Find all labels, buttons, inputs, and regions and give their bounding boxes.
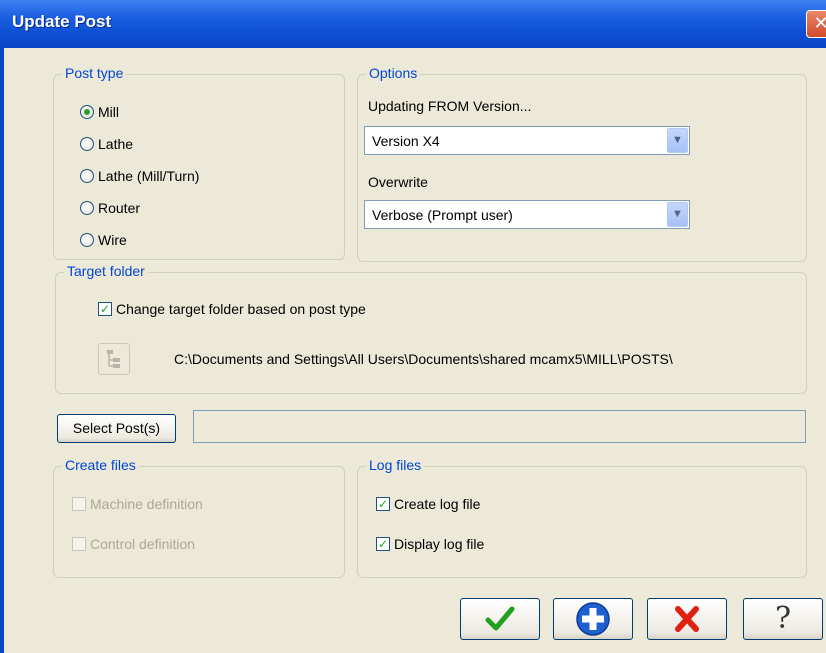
close-icon: ✕ bbox=[813, 13, 826, 33]
radio-lathe-mill-turn[interactable]: Lathe (Mill/Turn) bbox=[80, 168, 199, 184]
display-log-file-label: Display log file bbox=[394, 536, 485, 552]
updating-from-select[interactable]: Version X4 ▼ bbox=[364, 126, 690, 155]
log-files-legend: Log files bbox=[366, 457, 425, 473]
target-folder-path: C:\Documents and Settings\All Users\Docu… bbox=[174, 351, 673, 367]
options-legend: Options bbox=[366, 65, 421, 81]
x-icon bbox=[675, 606, 699, 632]
select-posts-button[interactable]: Select Post(s) bbox=[57, 414, 176, 443]
close-button[interactable]: ✕ bbox=[806, 10, 826, 38]
cancel-button[interactable] bbox=[647, 598, 727, 640]
chevron-down-icon[interactable]: ▼ bbox=[667, 202, 688, 227]
radio-label: Lathe (Mill/Turn) bbox=[98, 168, 200, 184]
radio-label: Router bbox=[98, 200, 141, 216]
add-button[interactable] bbox=[553, 598, 633, 640]
target-folder-legend: Target folder bbox=[64, 263, 148, 279]
machine-definition-label: Machine definition bbox=[90, 496, 203, 512]
window-title: Update Post bbox=[12, 12, 112, 31]
checkbox[interactable]: ✓ bbox=[376, 497, 390, 511]
help-icon: ? bbox=[774, 601, 792, 636]
selected-posts-field[interactable] bbox=[193, 410, 806, 443]
radio-mill[interactable]: Mill bbox=[80, 104, 119, 120]
radio-router[interactable]: Router bbox=[80, 200, 140, 216]
folder-tree-icon-graphic bbox=[107, 350, 120, 368]
check-icon bbox=[485, 606, 515, 631]
overwrite-value: Verbose (Prompt user) bbox=[372, 207, 513, 223]
select-posts-label: Select Post(s) bbox=[72, 420, 161, 436]
control-definition-label: Control definition bbox=[90, 536, 196, 552]
radio-button[interactable] bbox=[80, 137, 94, 151]
folder-tree-icon[interactable] bbox=[98, 343, 130, 375]
change-target-folder-label: Change target folder based on post type bbox=[116, 301, 366, 317]
checkbox[interactable]: ✓ bbox=[98, 302, 112, 316]
radio-button[interactable] bbox=[80, 105, 94, 119]
create-files-group: Create files bbox=[53, 457, 345, 578]
ok-button[interactable] bbox=[460, 598, 540, 640]
updating-from-label: Updating FROM Version... bbox=[368, 98, 532, 114]
radio-wire[interactable]: Wire bbox=[80, 232, 127, 248]
updating-from-value: Version X4 bbox=[372, 133, 440, 149]
overwrite-select[interactable]: Verbose (Prompt user) ▼ bbox=[364, 200, 690, 229]
log-files-group: Log files bbox=[357, 457, 807, 578]
overwrite-label: Overwrite bbox=[368, 174, 428, 190]
radio-button[interactable] bbox=[80, 169, 94, 183]
help-button[interactable]: ? bbox=[743, 598, 823, 640]
plus-icon bbox=[576, 602, 610, 636]
checkbox[interactable] bbox=[72, 537, 86, 551]
radio-lathe[interactable]: Lathe bbox=[80, 136, 133, 152]
checkbox[interactable]: ✓ bbox=[376, 537, 390, 551]
radio-button[interactable] bbox=[80, 201, 94, 215]
target-folder-group: Target folder bbox=[55, 263, 807, 394]
control-definition-checkbox[interactable]: Control definition bbox=[72, 536, 195, 552]
radio-label: Lathe bbox=[98, 136, 134, 152]
radio-label: Wire bbox=[98, 232, 127, 248]
checkbox[interactable] bbox=[72, 497, 86, 511]
radio-button[interactable] bbox=[80, 233, 94, 247]
window-border bbox=[0, 48, 4, 653]
machine-definition-checkbox[interactable]: Machine definition bbox=[72, 496, 203, 512]
display-log-file-checkbox[interactable]: ✓ Display log file bbox=[376, 536, 484, 552]
create-log-file-checkbox[interactable]: ✓ Create log file bbox=[376, 496, 480, 512]
title-bar: Update Post ✕ bbox=[0, 0, 826, 48]
create-files-legend: Create files bbox=[62, 457, 139, 473]
create-log-file-label: Create log file bbox=[394, 496, 481, 512]
radio-label: Mill bbox=[98, 104, 119, 120]
chevron-down-icon[interactable]: ▼ bbox=[667, 128, 688, 153]
change-target-folder-checkbox[interactable]: ✓ Change target folder based on post typ… bbox=[98, 301, 366, 317]
post-type-legend: Post type bbox=[62, 65, 127, 81]
